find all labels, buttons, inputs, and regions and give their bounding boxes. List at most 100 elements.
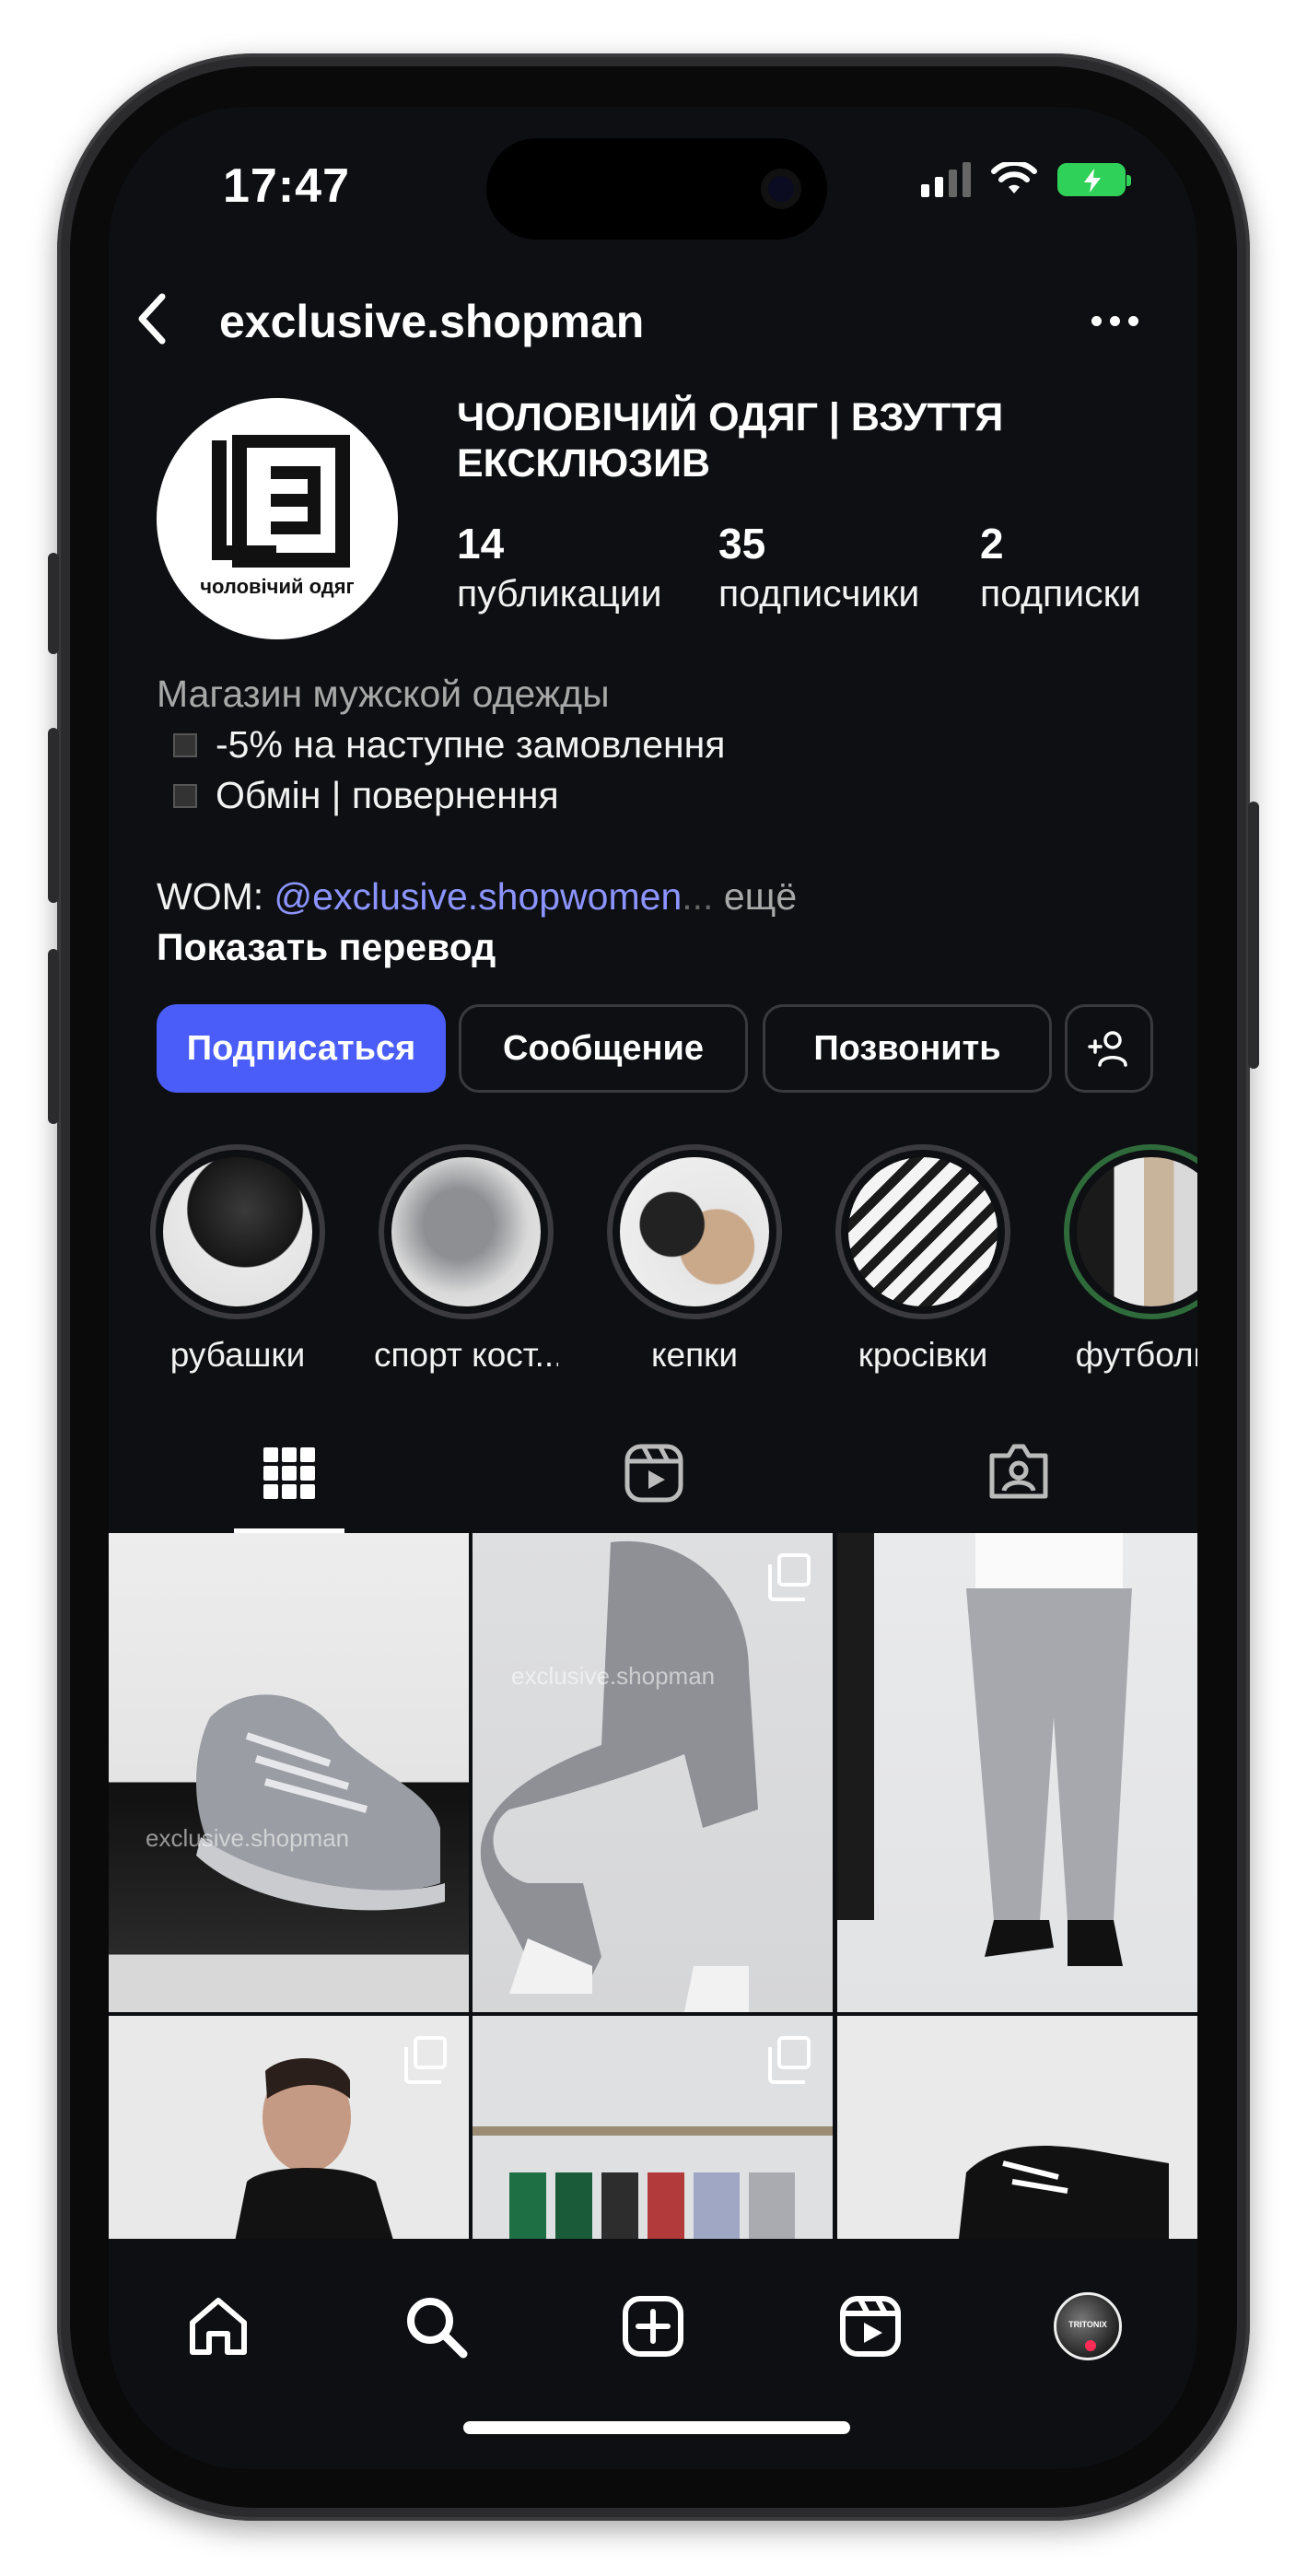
highlight-item[interactable]: футболки — [1059, 1144, 1197, 1375]
nav-reels[interactable] — [829, 2285, 912, 2368]
highlight-label: кросівки — [858, 1336, 988, 1374]
wifi-icon — [991, 162, 1037, 193]
status-time: 17:47 — [223, 159, 350, 213]
back-button[interactable] — [129, 291, 175, 346]
stat-posts-count: 14 — [457, 520, 505, 568]
posts-grid: exclusive.shopman exclusive.shopman — [109, 1533, 1197, 2274]
screen: 17:47 exclusive.shopman чоловічий одяг Ч… — [109, 107, 1197, 2469]
highlight-cover-shirts — [163, 1157, 312, 1306]
post-thumbnail[interactable] — [837, 2016, 1197, 2274]
carousel-icon — [768, 2036, 811, 2084]
notification-dot — [1085, 2340, 1096, 2351]
stat-followers-count: 35 — [718, 520, 766, 568]
highlight-cover-caps — [620, 1157, 769, 1306]
watermark: exclusive.shopman — [511, 1662, 716, 1690]
profile-header: exclusive.shopman — [109, 263, 1197, 365]
reels-icon — [624, 1444, 683, 1503]
nav-home[interactable] — [177, 2285, 260, 2368]
bio-wom-prefix: WOM: — [157, 875, 274, 918]
bio: Магазин мужской одежды -5% на наступне з… — [157, 669, 1151, 973]
signal-icon — [921, 162, 971, 197]
power-button — [1248, 802, 1259, 1069]
highlight-item[interactable]: спорт кост... — [374, 1144, 558, 1375]
tab-reels[interactable] — [599, 1415, 709, 1531]
bio-more-link[interactable]: ещё — [713, 875, 797, 918]
add-person-icon — [1088, 1031, 1127, 1067]
highlight-cover-sneakers — [848, 1157, 998, 1306]
home-icon — [190, 2298, 247, 2355]
bio-line-text: -5% на наступне замовлення — [216, 723, 726, 766]
stat-following[interactable]: 2 подписки — [980, 520, 1140, 619]
nav-avatar-text: TRITONIX — [1068, 2320, 1107, 2329]
battery-icon — [1057, 163, 1131, 196]
bullet-square-icon — [173, 783, 197, 808]
nav-search[interactable] — [394, 2285, 477, 2368]
carousel-icon — [404, 2036, 447, 2084]
tagged-icon — [989, 1444, 1048, 1499]
bullet-square-icon — [173, 732, 197, 757]
watermark: exclusive.shopman — [146, 1824, 350, 1852]
profile-tabs — [109, 1415, 1197, 1535]
display-name: ЧОЛОВІЧИЙ ОДЯГ | ВЗУТТЯ ЕКСКЛЮЗИВ — [457, 395, 1004, 486]
sneaker-image — [196, 1694, 445, 1911]
bio-line: Обмін | повернення — [157, 770, 1151, 821]
post-thumbnail[interactable] — [473, 2016, 833, 2274]
bio-line: -5% на наступне замовлення — [157, 720, 1151, 770]
username: exclusive.shopman — [219, 296, 645, 347]
highlight-label: спорт кост... — [374, 1336, 558, 1374]
create-icon — [623, 2296, 683, 2357]
bio-line-text: Обмін | повернення — [216, 774, 559, 816]
person-gray-joggers-image — [837, 1533, 1132, 1966]
status-icons — [921, 162, 1131, 197]
volume-up-button — [48, 728, 59, 903]
suggested-users-button[interactable] — [1065, 1004, 1153, 1093]
bio-ellipsis: ... — [682, 875, 714, 918]
bottom-nav: TRITONIX — [109, 2239, 1197, 2469]
stat-followers-label: подписчики — [718, 572, 920, 615]
tab-tagged[interactable] — [963, 1415, 1074, 1531]
highlight-item[interactable]: рубашки — [146, 1144, 330, 1375]
nav-create[interactable] — [612, 2285, 694, 2368]
highlight-label: футболки — [1075, 1336, 1197, 1374]
grid-icon — [263, 1447, 315, 1499]
highlight-item[interactable]: кепки — [602, 1144, 787, 1375]
highlight-cover-tshirts — [1077, 1157, 1197, 1306]
search-icon — [407, 2298, 468, 2359]
more-options-button[interactable] — [1078, 293, 1151, 348]
stat-following-label: подписки — [980, 572, 1141, 615]
message-button[interactable]: Сообщение — [459, 1004, 748, 1093]
post-thumbnail[interactable] — [837, 1533, 1197, 2012]
post-thumbnail[interactable]: exclusive.shopman — [473, 1533, 833, 2012]
chevron-left-icon — [138, 293, 166, 345]
follow-button[interactable]: Подписаться — [157, 1004, 446, 1093]
nav-profile[interactable]: TRITONIX — [1046, 2285, 1129, 2368]
volume-down-button — [48, 949, 59, 1124]
brand-logo — [212, 435, 350, 568]
highlight-cover-tracksuit — [391, 1157, 541, 1306]
reels-icon — [840, 2296, 901, 2357]
story-highlights: рубашки спорт кост... кепки кросівки фут… — [146, 1144, 1197, 1384]
brand-logo-text: чоловічий одяг — [200, 575, 355, 598]
bio-wom-line: WOM: @exclusive.shopwomen... ещё — [157, 872, 1151, 922]
stat-followers[interactable]: 35 подписчики — [718, 520, 919, 619]
highlight-item[interactable]: кросівки — [831, 1144, 1015, 1375]
call-button[interactable]: Позвонить — [763, 1004, 1052, 1093]
bio-mention-link[interactable]: @exclusive.shopwomen — [274, 875, 683, 918]
highlight-label: кепки — [650, 1336, 739, 1374]
show-translation-link[interactable]: Показать перевод — [157, 922, 1151, 973]
post-thumbnail[interactable]: exclusive.shopman — [109, 1533, 469, 2012]
profile-avatar[interactable]: чоловічий одяг — [157, 398, 398, 639]
stat-posts-label: публикации — [457, 572, 662, 615]
black-sneakers-image — [957, 2146, 1169, 2255]
highlight-label: рубашки — [169, 1336, 306, 1374]
person-gray-tracksuit-image — [480, 1540, 758, 2012]
tab-posts[interactable] — [234, 1415, 344, 1531]
stat-posts[interactable]: 14 публикации — [457, 520, 662, 619]
home-indicator — [463, 2421, 850, 2434]
dynamic-island — [486, 138, 827, 240]
post-thumbnail[interactable] — [109, 2016, 469, 2274]
action-button — [48, 553, 59, 654]
bio-category: Магазин мужской одежды — [157, 673, 610, 715]
stat-following-count: 2 — [980, 520, 1004, 568]
carousel-icon — [768, 1553, 811, 1601]
